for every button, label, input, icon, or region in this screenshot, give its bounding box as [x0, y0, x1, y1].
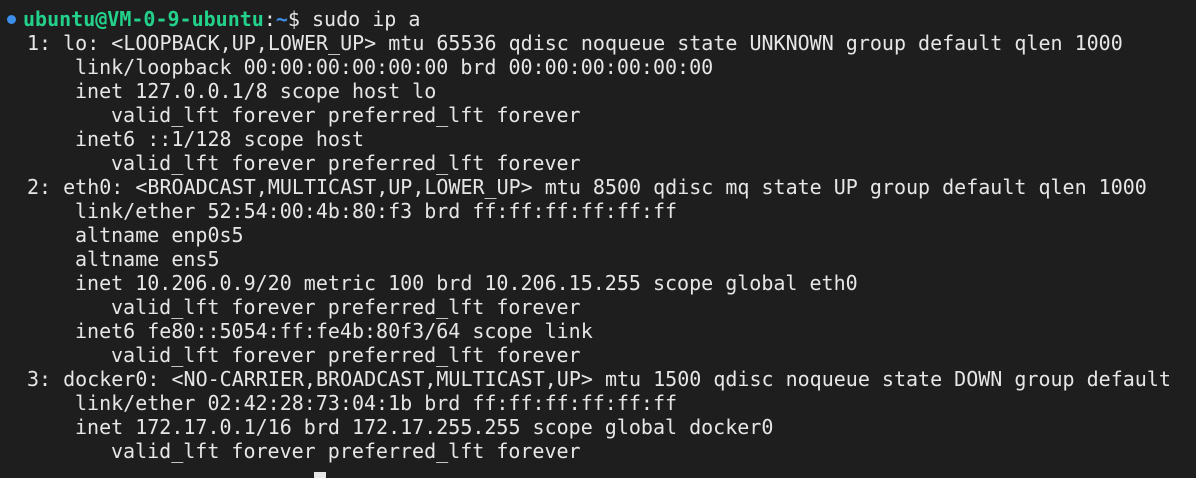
- output-line: 2: eth0: <BROADCAST,MULTICAST,UP,LOWER_U…: [27, 175, 1147, 199]
- prompt-line: ubuntu@VM-0-9-ubuntu: ~ $ sudo ip a: [0, 7, 1196, 31]
- prompt-symbol: $: [287, 7, 300, 31]
- output-line: valid_lft forever preferred_lft forever: [111, 295, 581, 319]
- output-line: altname enp0s5: [75, 223, 244, 247]
- output-line: 1: lo: <LOOPBACK,UP,LOWER_UP> mtu 65536 …: [27, 31, 1123, 55]
- prompt-user-host: ubuntu@VM-0-9-ubuntu: [23, 7, 264, 31]
- output-line: inet6 ::1/128 scope host: [75, 127, 364, 151]
- output-line: valid_lft forever preferred_lft forever: [111, 151, 581, 175]
- command-output: 1: lo: <LOOPBACK,UP,LOWER_UP> mtu 65536 …: [0, 31, 1196, 463]
- output-line: valid_lft forever preferred_lft forever: [111, 343, 581, 367]
- terminal-window[interactable]: ubuntu@VM-0-9-ubuntu: ~ $ sudo ip a 1: lo:…: [0, 0, 1196, 478]
- terminal-cursor: [314, 472, 326, 478]
- output-line: link/ether 02:42:28:73:04:1b brd ff:ff:f…: [75, 391, 678, 415]
- command-status-dot-icon[interactable]: [7, 14, 16, 24]
- prompt-path: ~: [275, 7, 288, 31]
- output-line: inet 172.17.0.1/16 brd 172.17.255.255 sc…: [75, 415, 774, 439]
- output-line: inet 127.0.0.1/8 scope host lo: [75, 79, 437, 103]
- output-line: valid_lft forever preferred_lft forever: [111, 439, 581, 463]
- output-line: inet6 fe80::5054:ff:fe4b:80f3/64 scope l…: [75, 319, 593, 343]
- output-line: link/loopback 00:00:00:00:00:00 brd 00:0…: [75, 55, 714, 79]
- output-line: 3: docker0: <NO-CARRIER,BROADCAST,MULTIC…: [27, 367, 1171, 391]
- output-line: inet 10.206.0.9/20 metric 100 brd 10.206…: [75, 271, 858, 295]
- output-line: link/ether 52:54:00:4b:80:f3 brd ff:ff:f…: [75, 199, 678, 223]
- output-line: altname ens5: [75, 247, 220, 271]
- prompt-command: sudo ip a: [299, 7, 421, 31]
- prompt-separator: :: [263, 7, 276, 31]
- output-line: valid_lft forever preferred_lft forever: [111, 103, 581, 127]
